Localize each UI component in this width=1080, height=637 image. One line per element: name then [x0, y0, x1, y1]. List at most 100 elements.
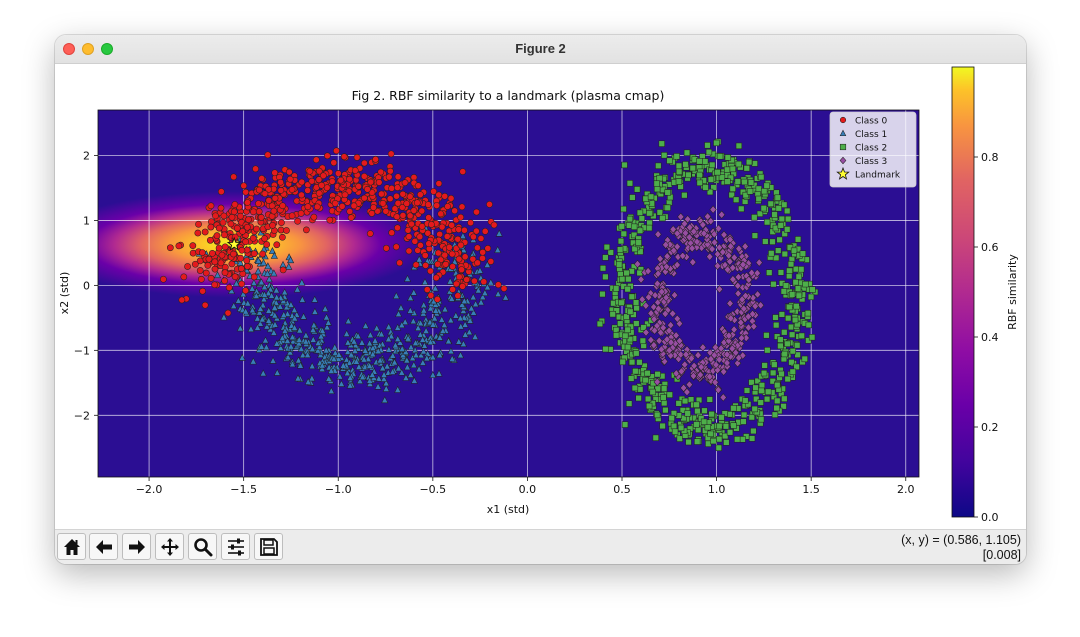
save-button[interactable]: [254, 533, 283, 560]
point-class-2: [781, 329, 788, 336]
point-class-0: [461, 226, 468, 234]
figure-window: Figure 2 Fig 2. RBF similarity to a land…: [55, 35, 1026, 564]
point-class-0: [434, 249, 442, 257]
point-class-0: [328, 178, 336, 185]
point-class-0: [313, 203, 321, 211]
forward-button[interactable]: [122, 533, 151, 560]
point-class-0: [249, 234, 257, 242]
floppy-disk-icon: [260, 538, 278, 556]
point-class-0: [211, 258, 219, 266]
point-class-0: [455, 273, 463, 281]
point-class-0: [457, 241, 465, 249]
point-class-0: [330, 159, 338, 167]
point-class-0: [258, 175, 266, 182]
point-class-2: [666, 391, 673, 398]
point-class-0: [433, 295, 441, 303]
point-class-2: [788, 291, 796, 298]
point-class-2: [602, 273, 609, 281]
plot-area[interactable]: [55, 110, 919, 477]
legend-label: Class 2: [855, 143, 887, 153]
figure-svg[interactable]: Fig 2. RBF similarity to a landmark (pla…: [55, 64, 1026, 529]
point-class-0: [191, 260, 199, 268]
point-class-0: [244, 262, 251, 270]
point-class-2: [808, 334, 816, 341]
point-class-2: [730, 405, 737, 412]
point-class-2: [636, 209, 644, 216]
legend-marker-class-2: [839, 143, 847, 151]
point-class-0: [455, 255, 463, 263]
figure-canvas[interactable]: Fig 2. RBF similarity to a landmark (pla…: [55, 64, 1026, 529]
point-class-0: [217, 204, 225, 212]
point-class-2: [794, 342, 801, 349]
point-class-0: [455, 226, 463, 233]
colorbar-tick-label: 0.2: [981, 421, 999, 434]
point-class-0: [207, 223, 215, 231]
point-class-2: [716, 153, 724, 160]
point-class-0: [312, 156, 320, 164]
point-class-2: [766, 269, 773, 276]
point-class-2: [734, 178, 741, 185]
point-class-2: [647, 193, 655, 200]
point-class-2: [781, 395, 788, 402]
point-class-2: [718, 414, 725, 421]
point-class-2: [702, 184, 709, 191]
point-class-0: [445, 243, 453, 251]
point-class-2: [778, 215, 785, 223]
point-class-0: [448, 250, 456, 258]
point-class-0: [364, 185, 371, 193]
colorbar-tick-label: 0.6: [981, 241, 999, 254]
point-class-2: [774, 381, 781, 389]
point-class-2: [746, 188, 754, 195]
chart-title: Fig 2. RBF similarity to a landmark (pla…: [352, 88, 665, 103]
y-tick-label: 2: [83, 149, 90, 162]
point-class-2: [675, 162, 683, 170]
point-class-0: [470, 233, 477, 241]
point-class-2: [735, 142, 743, 150]
point-class-2: [715, 444, 722, 452]
point-class-2: [758, 387, 765, 394]
point-class-0: [288, 186, 296, 193]
point-class-0: [242, 238, 250, 246]
home-button[interactable]: [57, 533, 86, 560]
point-class-0: [180, 273, 188, 281]
point-class-2: [745, 158, 753, 166]
point-class-2: [773, 404, 780, 412]
point-class-0: [411, 237, 419, 245]
point-class-0: [286, 175, 294, 183]
point-class-0: [269, 221, 276, 229]
point-class-0: [194, 229, 202, 237]
zoom-button[interactable]: [188, 533, 217, 560]
point-class-0: [315, 176, 323, 184]
pan-button[interactable]: [155, 533, 184, 560]
point-class-2: [767, 200, 774, 208]
point-class-2: [743, 387, 751, 394]
x-tick-label: 1.0: [708, 483, 726, 496]
configure-subplots-button[interactable]: [221, 533, 250, 560]
point-class-0: [277, 187, 285, 194]
point-class-2: [747, 179, 755, 186]
point-class-2: [709, 161, 716, 169]
point-class-2: [795, 273, 803, 280]
point-class-2: [758, 382, 766, 389]
back-button[interactable]: [89, 533, 118, 560]
x-tick-label: −1.0: [325, 483, 352, 496]
point-class-0: [399, 212, 407, 219]
point-class-2: [662, 406, 669, 414]
point-class-0: [377, 168, 385, 176]
point-class-0: [279, 202, 287, 210]
point-class-2: [807, 293, 815, 301]
point-class-0: [487, 258, 495, 265]
point-class-2: [714, 169, 721, 176]
point-class-2: [599, 290, 606, 298]
point-class-2: [791, 316, 799, 324]
point-class-0: [242, 188, 250, 196]
point-class-2: [762, 238, 769, 245]
point-class-2: [632, 368, 639, 375]
point-class-0: [279, 266, 287, 274]
point-class-2: [603, 243, 611, 251]
point-class-2: [740, 411, 748, 419]
point-class-0: [382, 207, 390, 215]
colorbar-tick-label: 0.8: [981, 151, 999, 164]
point-class-0: [166, 244, 174, 252]
point-class-2: [729, 185, 736, 192]
